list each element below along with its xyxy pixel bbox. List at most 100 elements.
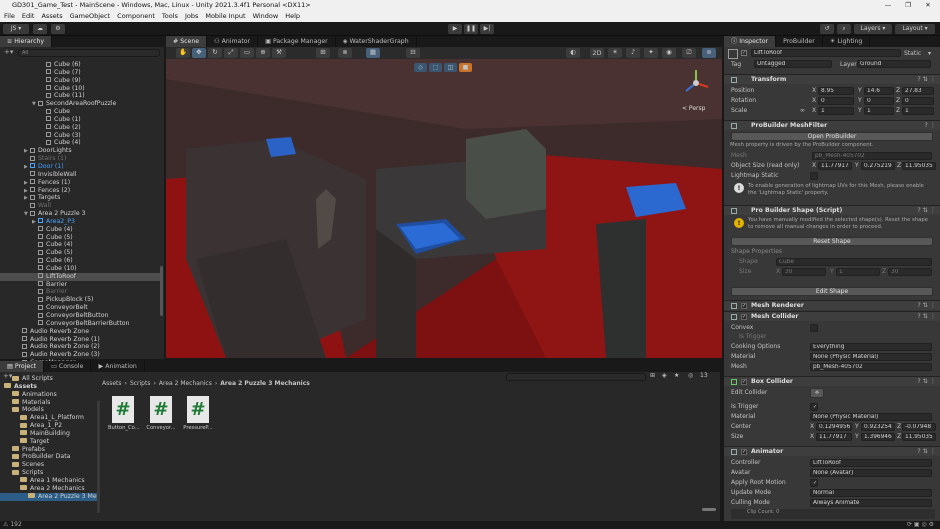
bc-trigger-checkbox[interactable]: ✓: [810, 402, 818, 411]
reset-shape-button[interactable]: Reset Shape: [731, 237, 933, 246]
center-x[interactable]: 0.1294956: [816, 422, 852, 431]
hierarchy-item[interactable]: Cube (4): [0, 226, 161, 234]
hierarchy-item[interactable]: ConveyorBeltBarrierButton: [0, 320, 161, 328]
gizmos-icon[interactable]: ⊛: [702, 48, 716, 58]
rotation-x[interactable]: 0: [818, 96, 854, 105]
hierarchy-item[interactable]: Cube (3): [0, 132, 161, 140]
mc-mesh-field[interactable]: pb_Mesh-405702: [810, 362, 932, 371]
custom-tool-icon[interactable]: ⚒: [272, 48, 286, 58]
menu-component[interactable]: Component: [117, 10, 155, 22]
tab-scene[interactable]: # Scene: [166, 36, 208, 47]
2d-toggle[interactable]: 2D: [590, 48, 604, 58]
menu-assets[interactable]: Assets: [41, 10, 62, 22]
zoom-slider[interactable]: [702, 508, 716, 511]
menu-file[interactable]: File: [4, 10, 15, 22]
scale-tool-icon[interactable]: ⤢: [224, 48, 238, 58]
hierarchy-item[interactable]: Cube (6): [0, 257, 161, 265]
bc-size-x[interactable]: 11.77917: [816, 432, 852, 441]
hand-tool-icon[interactable]: ✋: [176, 48, 190, 58]
project-folder-item[interactable]: Scenes: [0, 461, 98, 469]
boxcollider-header[interactable]: ✓ Box Collider ? ⇅ ⋮: [724, 376, 940, 386]
face-mode-icon[interactable]: ■: [459, 63, 472, 72]
hierarchy-item[interactable]: Audio Reverb Zone (1): [0, 336, 161, 344]
tab-inspector[interactable]: ⓘ Inspector: [724, 36, 777, 47]
component-menu-icon[interactable]: ? ⇅ ⋮: [917, 301, 936, 311]
menu-gameobject[interactable]: GameObject: [70, 10, 111, 22]
object-name-field[interactable]: LiftToRoof: [751, 49, 901, 57]
lighting-icon[interactable]: ☀: [608, 48, 622, 58]
meshcollider-enabled-checkbox[interactable]: ✓: [741, 314, 747, 320]
transform-header[interactable]: Transform ? ⇅ ⋮: [724, 74, 940, 84]
edge-mode-icon[interactable]: ◫: [444, 63, 457, 72]
bc-size-z[interactable]: 11.95035: [902, 432, 936, 441]
animator-enabled-checkbox[interactable]: ✓: [741, 449, 747, 455]
asset-conveyor[interactable]: # Conveyor...: [146, 396, 176, 431]
orientation-gizmo[interactable]: [680, 67, 712, 99]
component-menu-icon[interactable]: ? ⇅ ⋮: [917, 312, 936, 322]
hierarchy-item[interactable]: Audio Reverb Zone (2): [0, 343, 161, 351]
asset-button-controller[interactable]: # Button_Co...: [108, 396, 140, 431]
menu-window[interactable]: Window: [253, 10, 279, 22]
tab-watershadergraph[interactable]: ◈ WaterShaderGraph: [336, 36, 417, 47]
hierarchy-item[interactable]: ▼ Area 2 Puzzle 3: [0, 210, 161, 218]
minimize-button[interactable]: —: [878, 0, 898, 10]
boxcollider-enabled-checkbox[interactable]: ✓: [741, 379, 747, 385]
project-folder-item[interactable]: ProBuilder Data: [0, 453, 98, 461]
breadcrumb-area2[interactable]: Area 2 Mechanics: [159, 380, 212, 388]
hierarchy-item[interactable]: Cube (10): [0, 265, 161, 273]
hierarchy-item[interactable]: PickupBlock (5): [0, 296, 161, 304]
menu-jobs[interactable]: Jobs: [185, 10, 198, 22]
project-folder-item[interactable]: Assets: [0, 383, 98, 391]
status-icons[interactable]: ⟳ ▣ ◎ ⚙: [907, 521, 934, 529]
tab-lighting[interactable]: ☀ Lighting: [823, 36, 871, 47]
center-y[interactable]: 0.923254: [861, 422, 895, 431]
hidden-packages-icon[interactable]: ◎: [688, 372, 693, 379]
effects-icon[interactable]: ✦: [644, 48, 658, 58]
position-x[interactable]: 8.95: [818, 86, 854, 95]
component-menu-icon[interactable]: ? ⇅ ⋮: [917, 75, 936, 85]
close-button[interactable]: ✕: [918, 0, 938, 10]
rect-tool-icon[interactable]: ▭: [240, 48, 254, 58]
project-folder-item[interactable]: Scripts: [0, 469, 98, 477]
hierarchy-item[interactable]: Cube (6): [0, 61, 161, 69]
center-z[interactable]: -0.07948: [902, 422, 936, 431]
project-search-input[interactable]: [506, 373, 646, 381]
global-icon[interactable]: ⊗: [338, 48, 352, 58]
breadcrumb-current[interactable]: Area 2 Puzzle 3 Mechanics: [220, 380, 310, 388]
project-folder-item[interactable]: Target: [0, 438, 98, 446]
hierarchy-item[interactable]: ▶ Fences (2): [0, 187, 161, 195]
grid-snap-icon[interactable]: ▦: [366, 48, 380, 58]
convex-checkbox[interactable]: [810, 323, 818, 332]
controller-field[interactable]: LiftToRoof: [810, 458, 932, 467]
camera-icon[interactable]: ⎚: [682, 48, 696, 58]
culling-mode-dropdown[interactable]: Always Animate: [810, 498, 932, 507]
project-folder-item[interactable]: All Scripts: [0, 375, 98, 383]
animator-header[interactable]: ✓ Animator ? ⇅ ⋮: [724, 446, 940, 456]
bc-size-y[interactable]: 1.396946: [861, 432, 895, 441]
hierarchy-item[interactable]: Audio Reverb Zone: [0, 328, 161, 336]
avatar-field[interactable]: None (Avatar): [810, 468, 932, 477]
rootmotion-checkbox[interactable]: ✓: [810, 478, 818, 487]
hierarchy-item[interactable]: Cube (7): [0, 69, 161, 77]
layers-dropdown[interactable]: Layers ▾: [854, 24, 892, 34]
menu-edit[interactable]: Edit: [22, 10, 35, 22]
scale-z[interactable]: 1: [902, 106, 934, 115]
component-menu-icon[interactable]: ? ⋮: [925, 121, 936, 131]
hierarchy-item[interactable]: InvisibleWall: [0, 171, 161, 179]
project-folder-item[interactable]: Materials: [0, 399, 98, 407]
cooking-dropdown[interactable]: Everything: [810, 342, 932, 351]
hierarchy-item[interactable]: Wall: [0, 202, 161, 210]
hierarchy-item[interactable]: Barrier: [0, 288, 161, 296]
object-mode-icon[interactable]: ◇: [414, 63, 427, 72]
layout-dropdown[interactable]: Layout ▾: [895, 24, 935, 34]
menu-help[interactable]: Help: [285, 10, 300, 22]
project-folder-item[interactable]: Area 2 Puzzle 3 Mec: [0, 492, 100, 501]
hierarchy-item[interactable]: Cube (5): [0, 234, 161, 242]
component-menu-icon[interactable]: ? ⇅ ⋮: [917, 447, 936, 457]
hierarchy-item[interactable]: ▶ Door (1): [0, 163, 161, 171]
pivot-icon[interactable]: ⊞: [316, 48, 330, 58]
project-folder-item[interactable]: Area 1 Mechanics: [0, 477, 98, 485]
scene-viewport[interactable]: ◇ ⬚ ◫ ■ < Persp: [166, 59, 722, 358]
layer-dropdown[interactable]: Ground: [857, 60, 931, 68]
static-dropdown-icon[interactable]: ▾: [928, 50, 931, 57]
